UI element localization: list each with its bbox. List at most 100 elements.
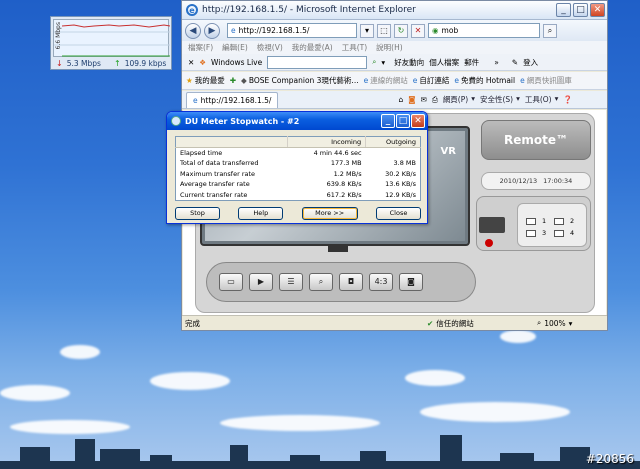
remote-button[interactable]: Remote™ — [481, 120, 591, 160]
menu-view[interactable]: 檢視(V) — [257, 42, 283, 53]
refresh-button[interactable]: ↻ — [394, 23, 408, 38]
compat-view-icon[interactable]: ⬚ — [377, 23, 391, 38]
forward-button[interactable]: ▶ — [204, 22, 220, 39]
live-search-icon[interactable]: ⌕ — [372, 57, 376, 67]
minimize-button[interactable]: _ — [556, 3, 571, 17]
menu-tools[interactable]: 工具(T) — [342, 42, 367, 53]
fav-link-gallery[interactable]: e 網頁快訊圖庫 — [520, 75, 572, 86]
stop-button[interactable]: ✕ — [411, 23, 425, 38]
snapshot-icon[interactable]: ◘ — [339, 273, 363, 291]
more-button[interactable]: More >> — [301, 207, 358, 220]
close-dialog-button[interactable]: Close — [375, 207, 421, 220]
camera-4-icon[interactable] — [554, 230, 564, 237]
feeds-icon[interactable]: ◙ — [408, 95, 415, 104]
close-button[interactable]: ✕ — [590, 3, 605, 17]
maximize-button[interactable]: □ — [573, 3, 588, 17]
zoom-icon: ⌕ — [537, 318, 542, 327]
tab-current[interactable]: e http://192.168.1.5/ — [186, 91, 279, 108]
window-title: http://192.168.1.5/ - Microsoft Internet… — [202, 5, 416, 15]
du-meter-gadget[interactable]: 6.6 Mbps ↓ 5.3 Mbps ↑ 109.9 kbps — [50, 16, 172, 70]
download-rate: 5.3 Mbps — [66, 59, 101, 68]
tools-menu[interactable]: 工具(O) ▾ — [525, 94, 559, 105]
status-text: 完成 — [185, 318, 200, 328]
toolbar-link-profile[interactable]: 個人檔案 — [429, 57, 459, 68]
cloud — [0, 385, 70, 401]
table-row: Maximum transfer rate 1.2 MB/s 30.2 KB/s — [180, 169, 416, 178]
toolbar-link-friends[interactable]: 好友動向 — [394, 57, 424, 68]
address-bar[interactable]: e http://192.168.1.5/ — [227, 23, 357, 38]
address-dropdown-button[interactable]: ▾ — [360, 23, 374, 38]
toolbar-link-mail[interactable]: 郵件 — [464, 57, 479, 68]
print-icon[interactable]: ⎙ — [432, 95, 438, 105]
search-provider-icon: ◉ — [432, 26, 439, 35]
playback-controls: ▭ ▶ ☰ ⌕ ◘ 4:3 ◙ — [206, 262, 476, 302]
edit-icon[interactable]: ✎ — [512, 58, 518, 67]
add-favorite-icon[interactable]: ✚ — [230, 76, 236, 85]
search-record-icon[interactable]: ⌕ — [309, 273, 333, 291]
date-text: 2010/12/13 — [499, 177, 538, 185]
stop-button[interactable]: Stop — [175, 207, 220, 220]
home-icon[interactable]: ⌂ — [398, 95, 403, 104]
cloud — [405, 370, 465, 386]
column-header-outgoing[interactable]: Outgoing — [365, 136, 421, 148]
stats-table: Incoming Outgoing Elapsed time 4 min 44.… — [175, 136, 421, 201]
list-icon[interactable]: ☰ — [279, 273, 303, 291]
menu-bar: 檔案(F) 編輯(E) 檢視(V) 我的最愛(A) 工具(T) 說明(H) — [182, 41, 607, 54]
column-header-incoming[interactable]: Incoming — [286, 136, 366, 148]
windows-live-label: Windows Live — [211, 57, 263, 67]
record-indicator-icon — [485, 239, 493, 247]
fav-link-bose[interactable]: ◆ BOSE Companion 3現代藝術... — [241, 75, 359, 86]
dialog-minimize-button[interactable]: _ — [381, 114, 395, 128]
camera-2-icon[interactable] — [554, 218, 564, 225]
menu-favorites[interactable]: 我的最愛(A) — [292, 42, 333, 53]
camera-3-icon[interactable] — [526, 230, 536, 237]
address-text: http://192.168.1.5/ — [238, 26, 310, 35]
status-bar: 完成 ✔ 信任的網站 ⌕ 100% ▾ — [182, 315, 607, 330]
dialog-maximize-button[interactable]: □ — [396, 114, 410, 128]
page-icon: e — [363, 76, 369, 85]
safety-menu[interactable]: 安全性(S) ▾ — [480, 94, 520, 105]
toolbar-dropdown-icon[interactable]: ▾ — [381, 58, 385, 67]
table-row: Total of data transferred 177.3 MB 3.8 M… — [180, 159, 416, 168]
menu-edit[interactable]: 編輯(E) — [222, 42, 248, 53]
live-search-input[interactable] — [267, 55, 368, 69]
favorites-button[interactable]: ★ 我的最愛 — [186, 75, 225, 86]
camera-icon[interactable]: ◙ — [399, 273, 423, 291]
search-text: mob — [441, 26, 459, 35]
dialog-close-button[interactable]: ✕ — [411, 114, 425, 128]
speaker-icon[interactable] — [479, 217, 505, 233]
mail-icon[interactable]: ✉ — [421, 95, 427, 104]
toolbar-more-icon[interactable]: » — [494, 58, 499, 67]
fav-link-hotmail[interactable]: e 免費的 Hotmail — [454, 75, 515, 86]
menu-help[interactable]: 說明(H) — [376, 42, 403, 53]
dialog-title: DU Meter Stopwatch - #2 — [185, 116, 300, 126]
search-button[interactable]: ⌕ — [543, 23, 557, 38]
ie-titlebar[interactable]: e http://192.168.1.5/ - Microsoft Intern… — [182, 1, 607, 20]
dialog-titlebar[interactable]: DU Meter Stopwatch - #2 _ □ ✕ — [167, 112, 427, 130]
help-icon[interactable]: ❓ — [563, 95, 572, 104]
star-icon: ★ — [186, 76, 193, 85]
back-button[interactable]: ◀ — [185, 22, 201, 39]
page-menu[interactable]: 網頁(P) ▾ — [443, 94, 475, 105]
tv-icon[interactable]: ▭ — [219, 273, 243, 291]
favorites-bar: ★ 我的最愛 ✚ ◆ BOSE Companion 3現代藝術... e 連線的網站 … — [182, 72, 607, 90]
aspect-ratio-button[interactable]: 4:3 — [369, 273, 393, 291]
signin-link[interactable]: 登入 — [523, 57, 538, 68]
search-input[interactable]: ◉ mob — [428, 23, 540, 38]
fav-link-connected[interactable]: e 連線的網站 — [364, 75, 408, 86]
camera-2-label: 2 — [570, 217, 575, 225]
toolbar-close-icon[interactable]: ✕ — [188, 58, 194, 67]
menu-file[interactable]: 檔案(F) — [188, 42, 213, 53]
page-icon: e — [412, 76, 418, 85]
help-button[interactable]: Help — [238, 207, 284, 220]
ie-logo-icon: e — [186, 4, 198, 16]
city-skyline — [0, 419, 640, 469]
camera-3-label: 3 — [542, 229, 547, 237]
zoom-control[interactable]: ⌕ 100% ▾ — [537, 318, 572, 328]
page-icon: e — [231, 26, 236, 35]
play-icon[interactable]: ▶ — [249, 273, 273, 291]
table-row: Current transfer rate 617.2 KB/s 12.9 KB… — [180, 190, 416, 199]
camera-1-icon[interactable] — [526, 218, 536, 225]
fav-link-custom[interactable]: e 自訂連結 — [413, 75, 450, 86]
security-zone[interactable]: ✔ 信任的網站 — [427, 318, 474, 329]
